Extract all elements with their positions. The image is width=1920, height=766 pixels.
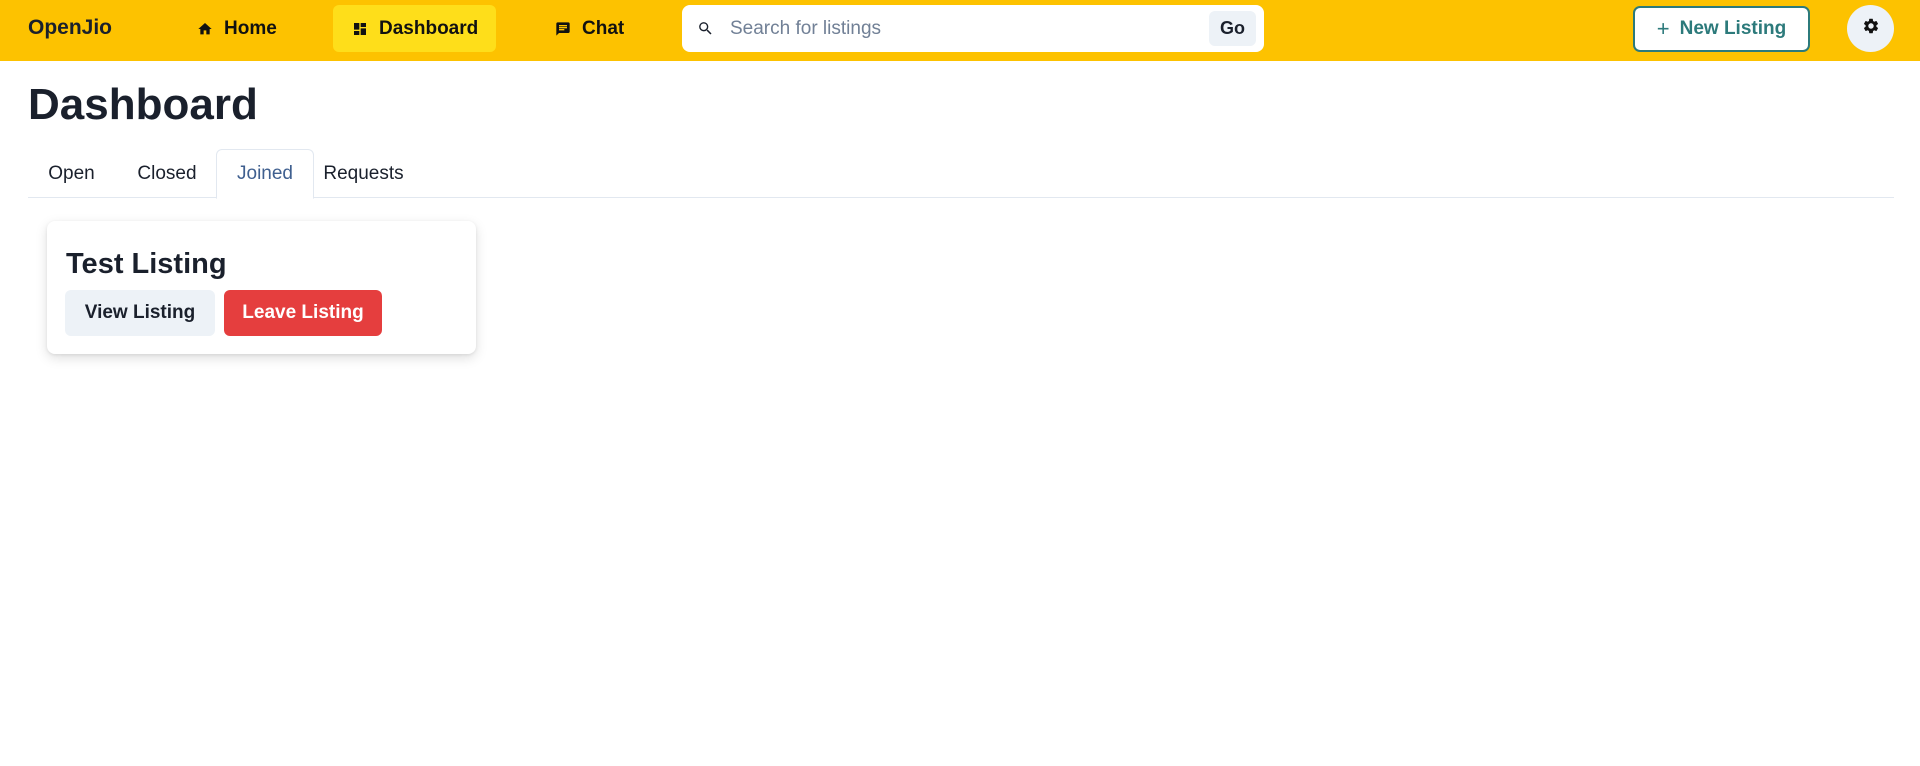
settings-button[interactable] bbox=[1847, 5, 1894, 52]
chat-icon bbox=[554, 20, 572, 38]
tab-open[interactable]: Open bbox=[28, 149, 115, 198]
top-navbar: OpenJio Home Dashboard Chat Go + New Lis… bbox=[0, 0, 1920, 61]
nav-chat[interactable]: Chat bbox=[536, 5, 642, 52]
new-listing-button[interactable]: + New Listing bbox=[1633, 6, 1810, 52]
new-listing-label: New Listing bbox=[1679, 18, 1787, 39]
home-icon bbox=[196, 20, 214, 38]
dashboard-tabs: Open Closed Joined Requests bbox=[28, 149, 1894, 199]
leave-listing-button[interactable]: Leave Listing bbox=[224, 290, 382, 336]
tab-joined[interactable]: Joined bbox=[216, 149, 314, 199]
search-input[interactable] bbox=[730, 5, 1190, 52]
nav-dashboard[interactable]: Dashboard bbox=[333, 5, 497, 52]
search-icon bbox=[697, 20, 714, 37]
nav-home[interactable]: Home bbox=[178, 5, 295, 52]
gear-icon bbox=[1862, 17, 1880, 40]
dashboard-icon bbox=[351, 20, 369, 38]
view-listing-button[interactable]: View Listing bbox=[65, 290, 215, 336]
brand-logo[interactable]: OpenJio bbox=[28, 15, 112, 41]
search-go-button[interactable]: Go bbox=[1209, 11, 1256, 46]
tab-requests[interactable]: Requests bbox=[314, 149, 413, 198]
tab-closed[interactable]: Closed bbox=[115, 149, 219, 198]
nav-chat-label: Chat bbox=[582, 17, 625, 39]
listing-card: Test Listing View Listing Leave Listing bbox=[47, 221, 476, 354]
plus-icon: + bbox=[1656, 16, 1670, 41]
page-title: Dashboard bbox=[28, 80, 258, 129]
search-bar: Go bbox=[682, 5, 1264, 52]
listing-title: Test Listing bbox=[66, 248, 227, 280]
nav-dashboard-label: Dashboard bbox=[379, 17, 479, 39]
nav-home-label: Home bbox=[224, 17, 277, 39]
